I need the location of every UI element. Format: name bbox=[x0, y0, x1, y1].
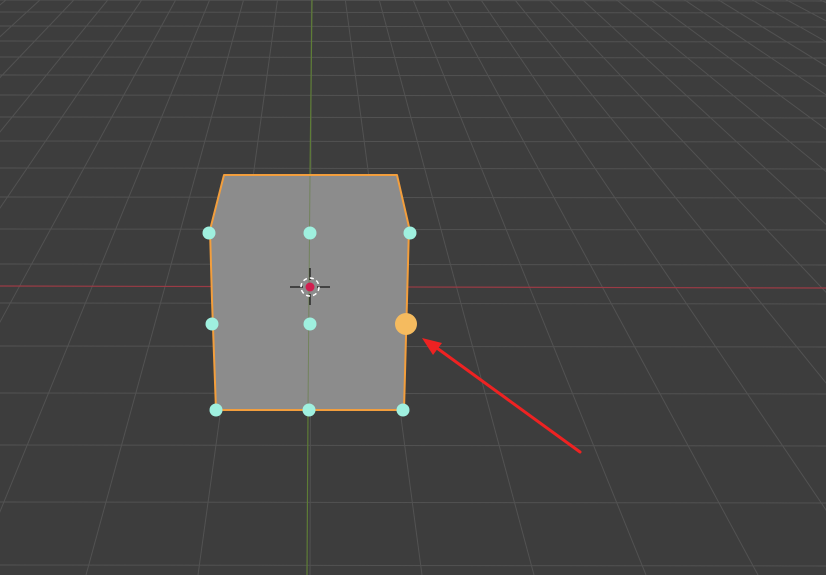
handle[interactable] bbox=[403, 226, 417, 240]
3d-viewport[interactable] bbox=[0, 0, 826, 575]
viewport-canvas[interactable] bbox=[0, 0, 826, 575]
handle[interactable] bbox=[205, 317, 219, 331]
handle[interactable] bbox=[302, 403, 316, 417]
handle[interactable] bbox=[202, 226, 216, 240]
handle[interactable] bbox=[303, 317, 317, 331]
handle[interactable] bbox=[209, 403, 223, 417]
handle[interactable] bbox=[303, 226, 317, 240]
handle[interactable] bbox=[396, 403, 410, 417]
active-handle[interactable] bbox=[395, 313, 417, 335]
